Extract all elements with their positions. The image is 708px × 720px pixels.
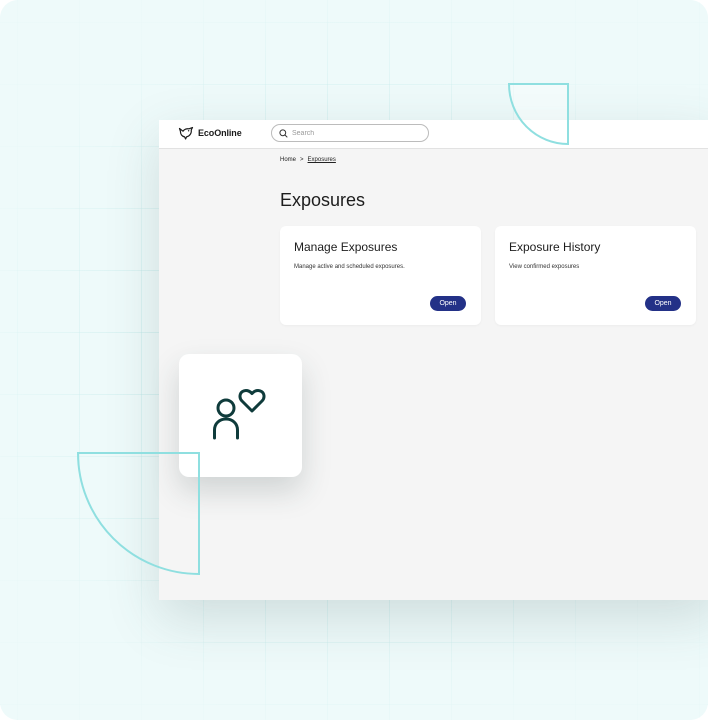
bird-logo-icon (178, 126, 194, 140)
logo[interactable]: EcoOnline (178, 126, 242, 140)
feature-icon-tile (179, 354, 302, 477)
search-input[interactable] (292, 129, 412, 137)
card-manage-exposures: Manage Exposures Manage active and sched… (280, 226, 481, 325)
card-exposure-history: Exposure History View confirmed exposure… (495, 226, 696, 325)
logo-text: EcoOnline (198, 128, 242, 138)
top-bar: EcoOnline (159, 120, 708, 149)
stage: EcoOnline Home > Exposures Exposures Man… (0, 0, 708, 720)
page-title: Exposures (280, 190, 366, 210)
breadcrumb-current[interactable]: Exposures (308, 157, 336, 163)
card-description: Manage active and scheduled exposures. (294, 264, 405, 270)
card-title: Manage Exposures (294, 240, 398, 254)
card-description: View confirmed exposures (509, 264, 580, 270)
person-heart-icon (213, 388, 266, 440)
open-manage-exposures-button[interactable]: Open (430, 296, 466, 311)
breadcrumb-home[interactable]: Home (280, 157, 296, 163)
search-icon (279, 128, 288, 138)
breadcrumb: Home > Exposures (280, 157, 336, 163)
open-exposure-history-button[interactable]: Open (645, 296, 681, 311)
search-box[interactable] (271, 124, 429, 142)
breadcrumb-separator: > (300, 157, 304, 163)
card-title: Exposure History (509, 240, 601, 254)
